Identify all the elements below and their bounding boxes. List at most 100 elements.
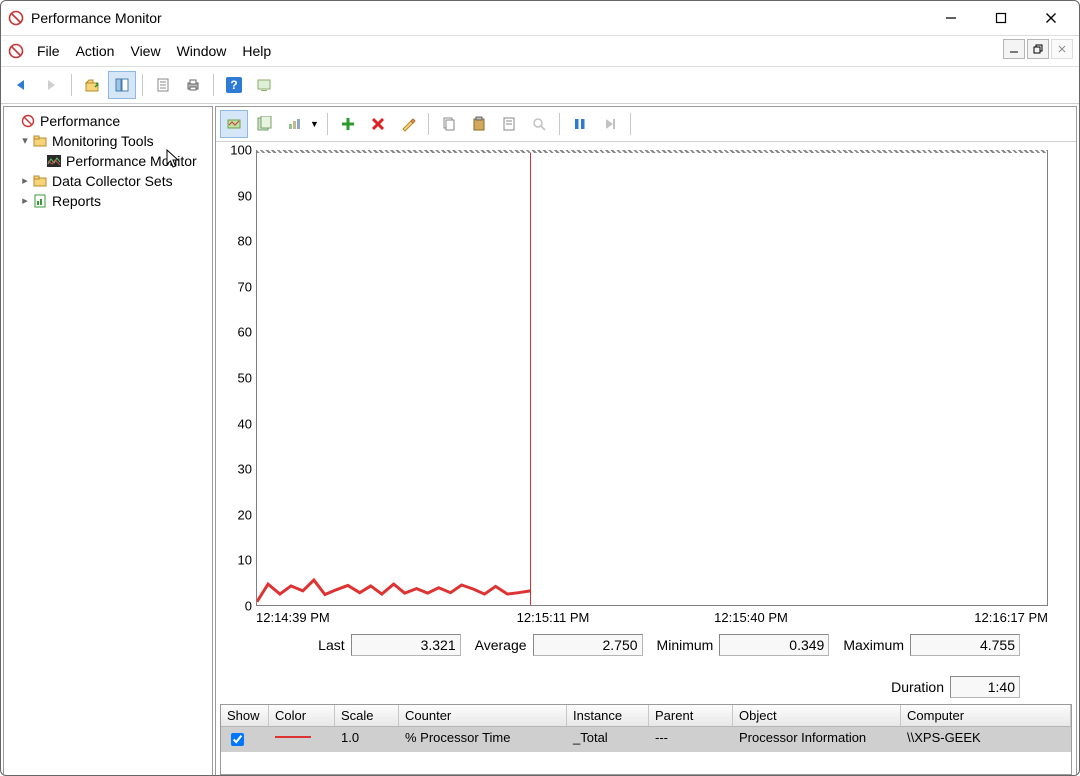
min-label: Minimum (657, 637, 714, 653)
max-value: 4.755 (910, 634, 1020, 656)
expander-icon[interactable]: ▸ (18, 195, 32, 207)
counter-color-swatch (275, 736, 311, 738)
y-tick: 50 (238, 371, 252, 386)
mdi-restore-button[interactable] (1027, 39, 1049, 59)
counter-object: Processor Information (733, 727, 901, 752)
tree-monitoring-tools-label: Monitoring Tools (52, 133, 154, 149)
reports-icon (32, 193, 48, 209)
tree-root[interactable]: Performance (4, 111, 212, 131)
min-value: 0.349 (719, 634, 829, 656)
tree-root-label: Performance (40, 113, 120, 129)
menu-window[interactable]: Window (169, 40, 235, 62)
help-button[interactable]: ? (220, 71, 248, 99)
highlight-button[interactable] (394, 110, 422, 138)
view-log-button[interactable] (250, 110, 278, 138)
stats-bar: Last3.321 Average2.750 Minimum0.349 Maxi… (226, 628, 1048, 702)
y-tick: 60 (238, 325, 252, 340)
add-counter-button[interactable] (334, 110, 362, 138)
table-blank-row (221, 752, 1071, 774)
maximize-button[interactable] (979, 4, 1023, 32)
counters-header: Show Color Scale Counter Instance Parent… (221, 705, 1071, 727)
tree-performance-monitor[interactable]: Performance Monitor (4, 151, 212, 171)
y-tick: 100 (230, 143, 252, 158)
x-tick: 12:14:39 PM (256, 610, 454, 628)
properties-button[interactable] (149, 71, 177, 99)
menu-file[interactable]: File (29, 40, 68, 62)
counters-table: Show Color Scale Counter Instance Parent… (220, 704, 1072, 775)
col-parent[interactable]: Parent (649, 705, 733, 726)
col-counter[interactable]: Counter (399, 705, 567, 726)
chart-toolbar: ▼ (216, 107, 1076, 142)
col-color[interactable]: Color (269, 705, 335, 726)
update-button[interactable] (596, 110, 624, 138)
tree-data-collector-sets[interactable]: ▸ Data Collector Sets (4, 171, 212, 191)
x-axis: 12:14:39 PM 12:15:11 PM 12:15:40 PM 12:1… (256, 610, 1048, 628)
mdi-icon (7, 42, 25, 60)
chart-area: 1009080706050403020100 12:14:39 PM 12:15… (216, 142, 1076, 702)
monitor-button[interactable] (250, 71, 278, 99)
menu-view[interactable]: View (122, 40, 168, 62)
copy-props-button[interactable] (435, 110, 463, 138)
y-tick: 90 (238, 188, 252, 203)
counter-show-checkbox[interactable] (231, 733, 244, 746)
col-scale[interactable]: Scale (335, 705, 399, 726)
show-tree-button[interactable] (108, 71, 136, 99)
perfmon-icon (46, 153, 62, 169)
x-tick: 12:16:17 PM (850, 610, 1048, 628)
col-show[interactable]: Show (221, 705, 269, 726)
menu-help[interactable]: Help (234, 40, 279, 62)
col-instance[interactable]: Instance (567, 705, 649, 726)
counter-name: % Processor Time (399, 727, 567, 752)
up-button[interactable] (78, 71, 106, 99)
tree-reports-label: Reports (52, 193, 101, 209)
avg-label: Average (475, 637, 527, 653)
print-button[interactable] (179, 71, 207, 99)
delete-counter-button[interactable] (364, 110, 392, 138)
data-line (257, 152, 1047, 604)
forward-button[interactable] (37, 71, 65, 99)
view-current-button[interactable] (220, 110, 248, 138)
chart-type-button[interactable] (280, 110, 308, 138)
y-tick: 30 (238, 462, 252, 477)
duration-label: Duration (891, 679, 944, 695)
col-object[interactable]: Object (733, 705, 901, 726)
minimize-button[interactable] (929, 4, 973, 32)
tree-reports[interactable]: ▸ Reports (4, 191, 212, 211)
chart-plot[interactable] (256, 150, 1048, 606)
zoom-button[interactable] (525, 110, 553, 138)
x-tick: 12:15:11 PM (454, 610, 652, 628)
y-tick: 80 (238, 234, 252, 249)
tree-performance-monitor-label: Performance Monitor (66, 153, 197, 169)
menubar: File Action View Window Help (1, 35, 1079, 67)
tree-monitoring-tools[interactable]: ▾ Monitoring Tools (4, 131, 212, 151)
last-value: 3.321 (351, 634, 461, 656)
mdi-minimize-button[interactable] (1003, 39, 1025, 59)
menu-action[interactable]: Action (68, 40, 123, 62)
close-button[interactable] (1029, 4, 1073, 32)
counter-row[interactable]: 1.0 % Processor Time _Total --- Processo… (221, 727, 1071, 752)
perf-root-icon (20, 113, 36, 129)
tree-data-collector-sets-label: Data Collector Sets (52, 173, 173, 189)
max-label: Maximum (843, 637, 904, 653)
folder-icon (32, 133, 48, 149)
duration-value: 1:40 (950, 676, 1020, 698)
svg-text:?: ? (230, 78, 237, 92)
avg-value: 2.750 (533, 634, 643, 656)
x-tick: 12:15:40 PM (652, 610, 850, 628)
back-button[interactable] (7, 71, 35, 99)
properties-chart-button[interactable] (495, 110, 523, 138)
expander-icon[interactable]: ▾ (18, 135, 32, 147)
y-tick: 0 (245, 599, 252, 614)
y-tick: 10 (238, 553, 252, 568)
paste-button[interactable] (465, 110, 493, 138)
counter-scale: 1.0 (335, 727, 399, 752)
col-computer[interactable]: Computer (901, 705, 1071, 726)
mdi-close-button[interactable] (1051, 39, 1073, 59)
folder-icon (32, 173, 48, 189)
window-title: Performance Monitor (31, 10, 923, 26)
titlebar: Performance Monitor (1, 1, 1079, 35)
expander-icon[interactable]: ▸ (18, 175, 32, 187)
freeze-button[interactable] (566, 110, 594, 138)
app-icon (7, 9, 25, 27)
chart-type-dropdown[interactable]: ▼ (308, 119, 321, 129)
